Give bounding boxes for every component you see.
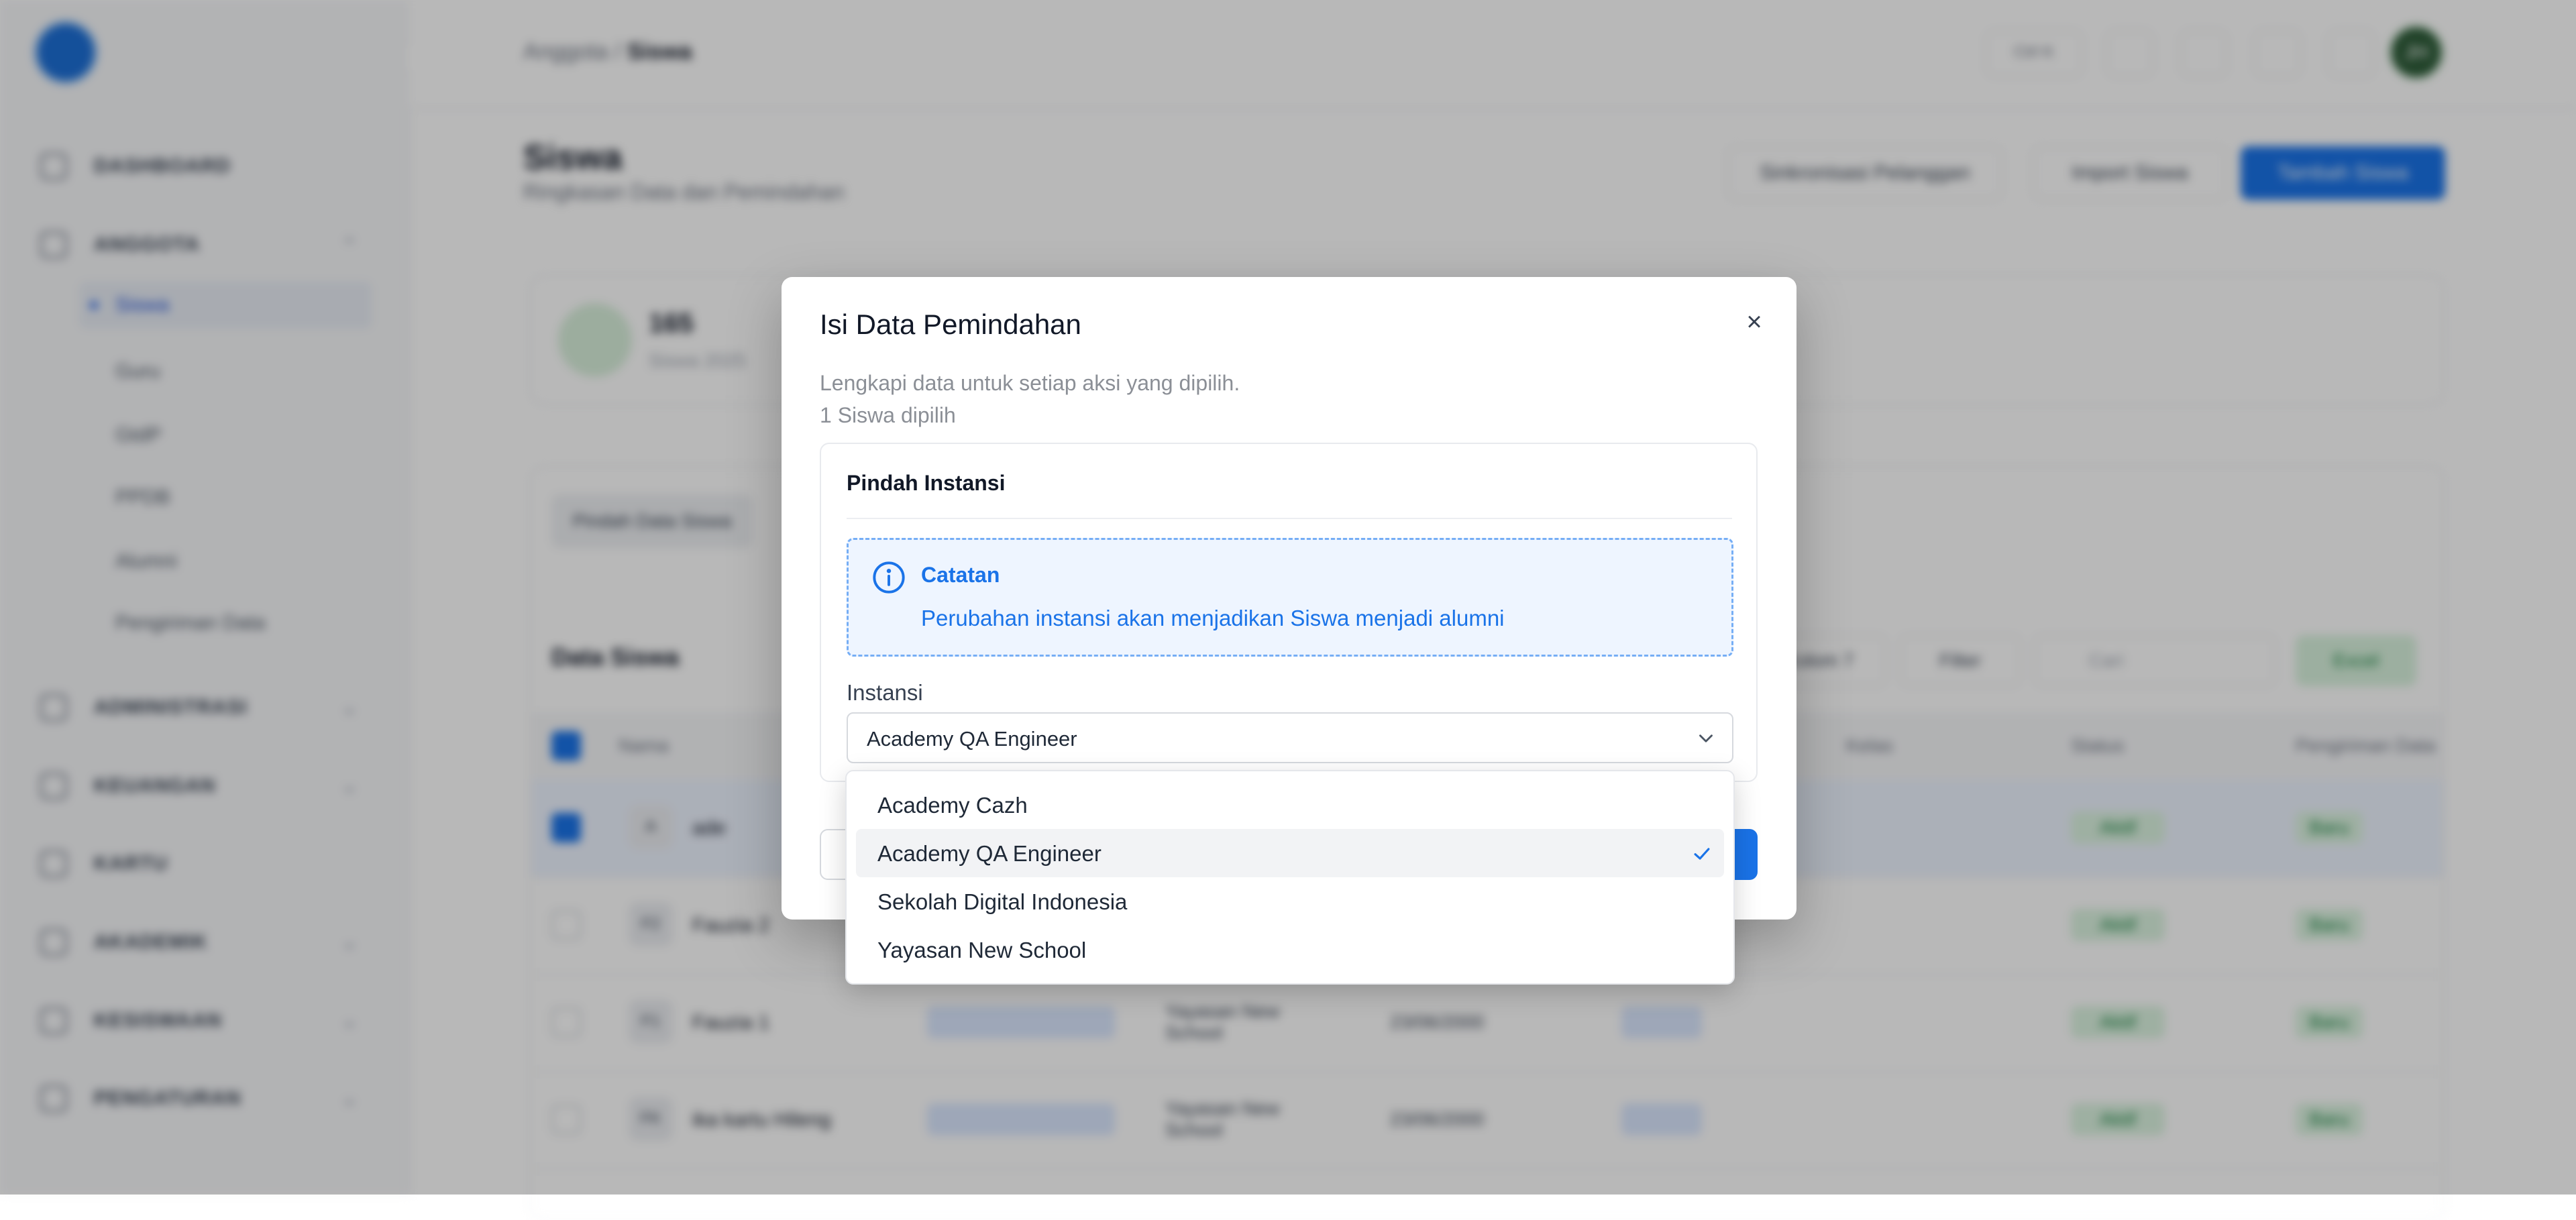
chevron-down-icon (1695, 727, 1717, 753)
modal-description: Lengkapi data untuk setiap aksi yang dip… (820, 371, 1240, 395)
instansi-select[interactable]: Academy QA Engineer (847, 712, 1733, 763)
note-title: Catatan (921, 563, 1000, 587)
modal-title: Isi Data Pemindahan (820, 309, 1081, 340)
option-academy-cazh[interactable]: Academy Cazh (856, 781, 1724, 829)
selected-count: 1 Siswa dipilih (820, 403, 956, 427)
transfer-section: Pindah Instansi Catatan Perubahan instan… (820, 443, 1758, 782)
check-icon (1690, 842, 1713, 869)
info-icon (871, 560, 906, 598)
close-icon[interactable]: × (1737, 305, 1771, 339)
option-yayasan-new-school[interactable]: Yayasan New School (856, 926, 1724, 974)
note-text: Perubahan instansi akan menjadikan Siswa… (921, 606, 1505, 630)
option-academy-qa-engineer[interactable]: Academy QA Engineer (856, 829, 1724, 877)
section-title: Pindah Instansi (847, 471, 1006, 495)
divider (847, 518, 1732, 519)
instansi-dropdown: Academy Cazh Academy QA Engineer Sekolah… (845, 770, 1735, 985)
select-value: Academy QA Engineer (867, 727, 1077, 751)
option-sekolah-digital-indonesia[interactable]: Sekolah Digital Indonesia (856, 877, 1724, 926)
note-box: Catatan Perubahan instansi akan menjadik… (847, 538, 1733, 657)
instansi-label: Instansi (847, 680, 923, 705)
